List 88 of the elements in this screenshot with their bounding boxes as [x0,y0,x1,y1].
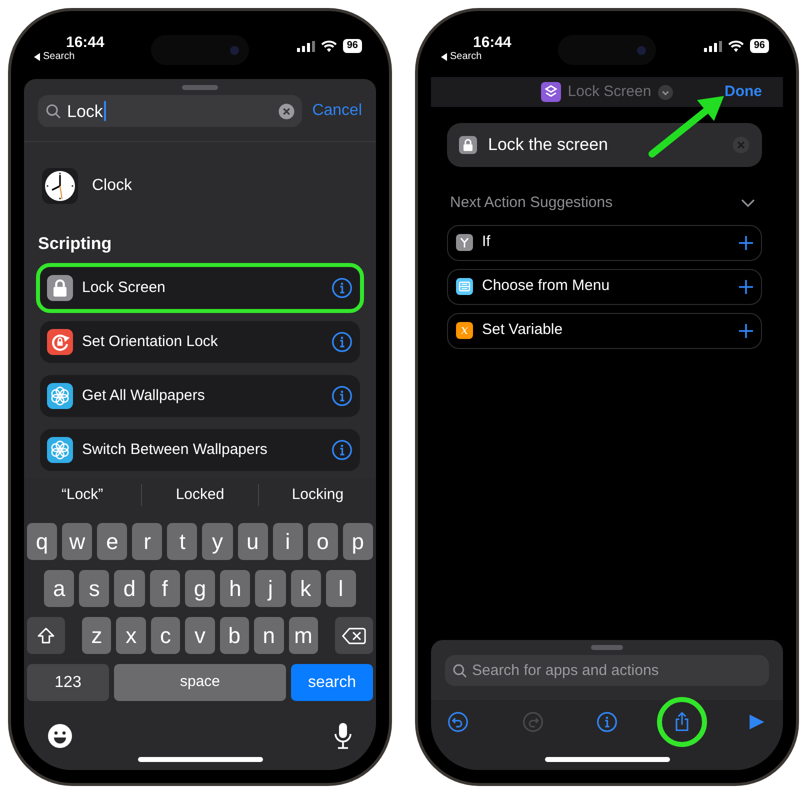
keyboard-key[interactable]: o [308,523,338,560]
grabber-handle[interactable] [591,645,623,650]
action-row[interactable]: Set Orientation Lock [40,321,360,363]
keyboard-key[interactable]: p [342,523,373,560]
info-icon [596,711,618,733]
clock-icon[interactable] [42,168,78,204]
search-field[interactable]: Lock [38,95,302,127]
search-icon [452,663,468,679]
info-icon[interactable] [331,277,353,299]
status-time: 16:44 [66,35,104,50]
microphone-icon[interactable] [333,722,353,750]
keyboard-key[interactable]: q [27,523,58,560]
search-field[interactable]: Search for apps and actions [445,655,769,686]
emoji-icon[interactable] [47,723,73,749]
keyboard-key[interactable]: u [238,523,268,560]
battery-indicator: 96 [342,39,362,53]
info-icon[interactable] [331,439,353,461]
signal-icon [296,40,315,52]
padlock-icon [459,136,477,154]
action-row[interactable]: Switch Between Wallpapers [40,429,360,471]
keyboard-key[interactable]: w [62,523,92,560]
keyboard-key[interactable]: l [326,570,356,607]
variable-icon: x [456,322,473,339]
action-card[interactable]: Lock the screen [447,123,762,167]
keyboard-key[interactable]: y [202,523,233,560]
keyboard-key[interactable]: b [220,617,250,654]
title-menu[interactable]: Lock Screen [540,80,674,104]
grabber-handle[interactable] [182,85,218,90]
keyboard-key[interactable]: x [116,617,146,654]
keyboard-key[interactable]: f [150,570,180,607]
suggestion-word[interactable]: Locking [292,484,344,506]
done-button[interactable]: Done [724,80,762,104]
signal-icon [704,40,722,52]
plus-icon[interactable] [739,236,753,250]
back-link[interactable]: Search [34,52,75,62]
info-icon[interactable] [331,331,353,353]
action-row[interactable]: Lock Screen [40,267,360,309]
share-button[interactable] [656,697,706,747]
suggestion-word[interactable]: Locked [176,484,224,506]
keyboard-key[interactable]: g [184,570,216,607]
delete-key[interactable] [334,617,373,654]
back-link[interactable]: Search [441,52,482,62]
layers-icon [540,82,561,102]
keyboard-key[interactable]: t [167,523,198,560]
section-title: Next Action Suggestions [450,193,613,213]
keyboard-key[interactable]: r [132,523,162,560]
back-arrow-icon[interactable] [441,53,448,61]
suggestion-row[interactable]: If [447,224,762,260]
chevron-down-icon [658,84,674,100]
suggestion-row[interactable]: x Set Variable [447,312,762,348]
clear-icon[interactable] [278,102,296,120]
keyboard-key[interactable]: s [79,570,110,607]
space-bar[interactable]: space [114,664,286,701]
shift-icon [36,626,56,646]
keyboard-key[interactable]: j [255,570,286,607]
undo-icon [447,711,469,733]
chevron-down-icon[interactable] [741,198,755,208]
keyboard-key[interactable]: c [150,617,180,654]
keyboard-key[interactable]: n [254,617,284,654]
search-key[interactable]: search [291,664,373,701]
suggestion-word[interactable]: “Lock” [61,484,104,506]
battery-indicator: 96 [750,39,769,53]
back-arrow-icon[interactable] [34,53,41,61]
plus-icon[interactable] [739,280,753,294]
delete-icon [342,626,366,646]
shift-key[interactable] [27,617,65,654]
keyboard-key[interactable]: a [44,570,74,607]
action-row[interactable]: Get All Wallpapers [40,375,360,417]
keyboard-key[interactable]: h [220,570,250,607]
section-title: Scripting [37,233,113,255]
keyboard-key[interactable]: v [185,617,215,654]
info-icon[interactable] [331,385,353,407]
keyboard-key[interactable]: d [114,570,145,607]
numbers-key[interactable]: 123 [27,664,109,701]
app-name[interactable]: Clock [92,174,132,198]
keyboard-key[interactable]: z [82,617,112,654]
wifi-icon [728,40,744,52]
suggestion-row[interactable]: Choose from Menu [447,268,762,304]
plus-icon[interactable] [739,324,753,338]
keyboard-key[interactable]: e [97,523,128,560]
status-time: 16:44 [473,35,512,50]
keyboard-key[interactable]: k [290,570,321,607]
search-icon [45,102,62,120]
wifi-icon [320,40,337,52]
keyboard-key[interactable]: i [272,523,303,560]
keyboard-key[interactable]: m [288,617,318,654]
cancel-button[interactable]: Cancel [312,103,362,119]
redo-icon [522,711,544,733]
